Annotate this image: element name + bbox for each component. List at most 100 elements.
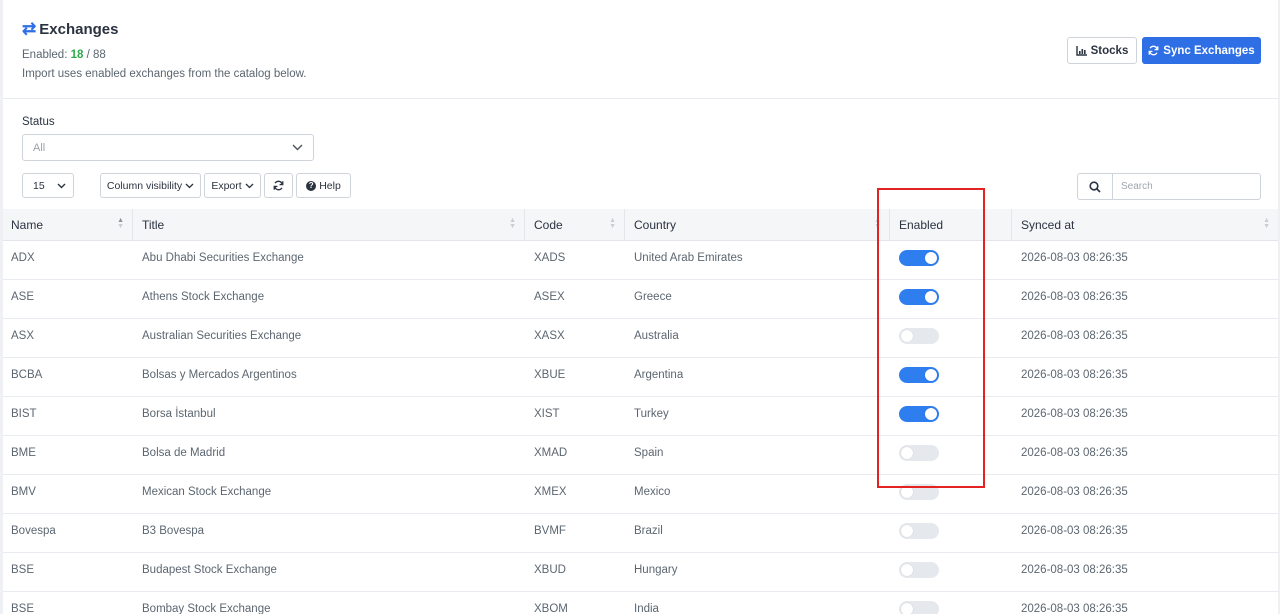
enabled-count: 18	[70, 49, 84, 61]
stocks-button-label: Stocks	[1090, 44, 1129, 57]
cell-code: XBUE	[534, 368, 566, 381]
column-header-label: Title	[142, 217, 165, 232]
chart-bar-icon	[1075, 45, 1087, 56]
cell-name: BSE	[11, 602, 35, 614]
enabled-toggle[interactable]	[899, 562, 939, 578]
cell-code: BVMF	[534, 524, 566, 537]
page-size-value: 15	[33, 179, 45, 192]
cell-synced-at: 2026-08-03 08:26:35	[1021, 329, 1128, 342]
chevron-down-icon	[292, 144, 303, 151]
toggle-knob	[925, 252, 937, 264]
column-header-enabled[interactable]: Enabled	[890, 209, 1012, 240]
cell-code: XASX	[534, 329, 565, 342]
cell-title: B3 Bovespa	[142, 524, 205, 537]
toggle-knob	[901, 330, 913, 342]
cell-synced-at: 2026-08-03 08:26:35	[1021, 485, 1128, 498]
cell-name: BMV	[11, 485, 36, 498]
cell-name: BIST	[11, 407, 37, 420]
cell-country: United Arab Emirates	[634, 251, 743, 264]
toggle-knob	[925, 408, 937, 420]
enabled-toggle[interactable]	[899, 367, 939, 383]
cell-synced-at: 2026-08-03 08:26:35	[1021, 524, 1128, 537]
column-header-label: Enabled	[899, 217, 944, 232]
cell-title: Mexican Stock Exchange	[142, 485, 272, 498]
cell-title: Bombay Stock Exchange	[142, 602, 271, 614]
cell-synced-at: 2026-08-03 08:26:35	[1021, 290, 1128, 303]
cell-title: Australian Securities Exchange	[142, 329, 302, 342]
sync-exchanges-button[interactable]: Sync Exchanges	[1142, 37, 1261, 64]
page-size-select[interactable]: 15	[22, 173, 74, 198]
search-button[interactable]	[1077, 173, 1113, 200]
cell-synced-at: 2026-08-03 08:26:35	[1021, 251, 1128, 264]
table-row: ASE Athens Stock Exchange ASEX Greece 2026-0…	[3, 280, 1278, 319]
enabled-toggle[interactable]	[899, 328, 939, 344]
cell-code: XIST	[534, 407, 560, 420]
cell-code: XADS	[534, 251, 566, 264]
column-header-label: Synced at	[1021, 217, 1075, 232]
chevron-down-icon	[245, 183, 254, 188]
cell-country: Argentina	[634, 368, 684, 381]
table-row: BSE Bombay Stock Exchange XBOM India 2026-08…	[3, 592, 1278, 614]
status-filter-select[interactable]: All	[22, 134, 314, 161]
column-header-title[interactable]: Title ▲ ▼	[133, 209, 525, 240]
sort-icon: ▲ ▼	[1263, 217, 1270, 230]
cell-code: XBUD	[534, 563, 566, 576]
column-header-code[interactable]: Code ▲ ▼	[525, 209, 625, 240]
search-input[interactable]	[1112, 173, 1261, 200]
table-row: BCBA Bolsas y Mercados Argentinos XBUE Arge…	[3, 358, 1278, 397]
cell-name: BCBA	[11, 368, 43, 381]
cell-country: Mexico	[634, 485, 671, 498]
column-visibility-button[interactable]: Column visibility	[100, 173, 201, 198]
cell-synced-at: 2026-08-03 08:26:35	[1021, 602, 1128, 614]
enabled-toggle[interactable]	[899, 406, 939, 422]
table-header: Name ▲ ▼ Title ▲ ▼ Code ▲ ▼ Country ▲ ▼ Enab…	[3, 209, 1278, 241]
enabled-toggle[interactable]	[899, 445, 939, 461]
enabled-toggle[interactable]	[899, 289, 939, 305]
status-filter-value: All	[33, 141, 46, 154]
sort-icon: ▲ ▼	[117, 217, 124, 230]
cell-synced-at: 2026-08-03 08:26:35	[1021, 446, 1128, 459]
toggle-knob	[901, 525, 913, 537]
arrows-exchange-icon: ⇄	[22, 19, 37, 38]
table-row: Bovespa B3 Bovespa BVMF Brazil 2026-08-03 08…	[3, 514, 1278, 553]
sync-exchanges-label: Sync Exchanges	[1163, 44, 1255, 57]
enabled-toggle[interactable]	[899, 601, 939, 614]
table-row: BMV Mexican Stock Exchange XMEX Mexico 2026-…	[3, 475, 1278, 514]
enabled-toggle[interactable]	[899, 250, 939, 266]
table-row: BME Bolsa de Madrid XMAD Spain 2026-08-03 08…	[3, 436, 1278, 475]
table-row: ADX Abu Dhabi Securities Exchange XADS Unit…	[3, 241, 1278, 280]
cell-name: ASX	[11, 329, 35, 342]
page-subtitle: Import uses enabled exchanges from the c…	[22, 68, 307, 80]
cell-code: ASEX	[534, 290, 565, 303]
refresh-button[interactable]	[264, 173, 293, 198]
cell-name: BSE	[11, 563, 35, 576]
column-header-country[interactable]: Country ▲ ▼	[625, 209, 890, 240]
question-circle-icon: ?	[306, 180, 317, 191]
cell-title: Bolsa de Madrid	[142, 446, 226, 459]
refresh-icon	[273, 180, 284, 191]
cell-synced-at: 2026-08-03 08:26:35	[1021, 368, 1128, 381]
export-label: Export	[211, 179, 242, 192]
cell-country: Greece	[634, 290, 672, 303]
chevron-down-icon	[57, 183, 66, 188]
column-header-synced-at[interactable]: Synced at ▲ ▼	[1012, 209, 1278, 240]
page-title: Exchanges	[39, 20, 119, 38]
toggle-knob	[901, 447, 913, 459]
column-visibility-label: Column visibility	[106, 179, 183, 192]
enabled-toggle[interactable]	[899, 484, 939, 500]
enabled-summary: Enabled: 18 / 88	[22, 49, 106, 61]
table-row: BIST Borsa İstanbul XIST Turkey 2026-08-03 0…	[3, 397, 1278, 436]
column-header-name[interactable]: Name ▲ ▼	[3, 209, 133, 240]
cell-title: Abu Dhabi Securities Exchange	[142, 251, 304, 264]
help-button[interactable]: ? Help	[296, 173, 351, 198]
stocks-button[interactable]: Stocks	[1067, 37, 1137, 64]
toggle-knob	[925, 369, 937, 381]
cell-title: Borsa İstanbul	[142, 407, 216, 420]
column-header-label: Code	[534, 217, 563, 232]
export-button[interactable]: Export	[204, 173, 261, 198]
enabled-total: / 88	[86, 49, 106, 61]
toggle-knob	[901, 486, 913, 498]
help-label: Help	[319, 179, 341, 192]
enabled-toggle[interactable]	[899, 523, 939, 539]
page-title-row: ⇄ Exchanges	[22, 20, 118, 38]
